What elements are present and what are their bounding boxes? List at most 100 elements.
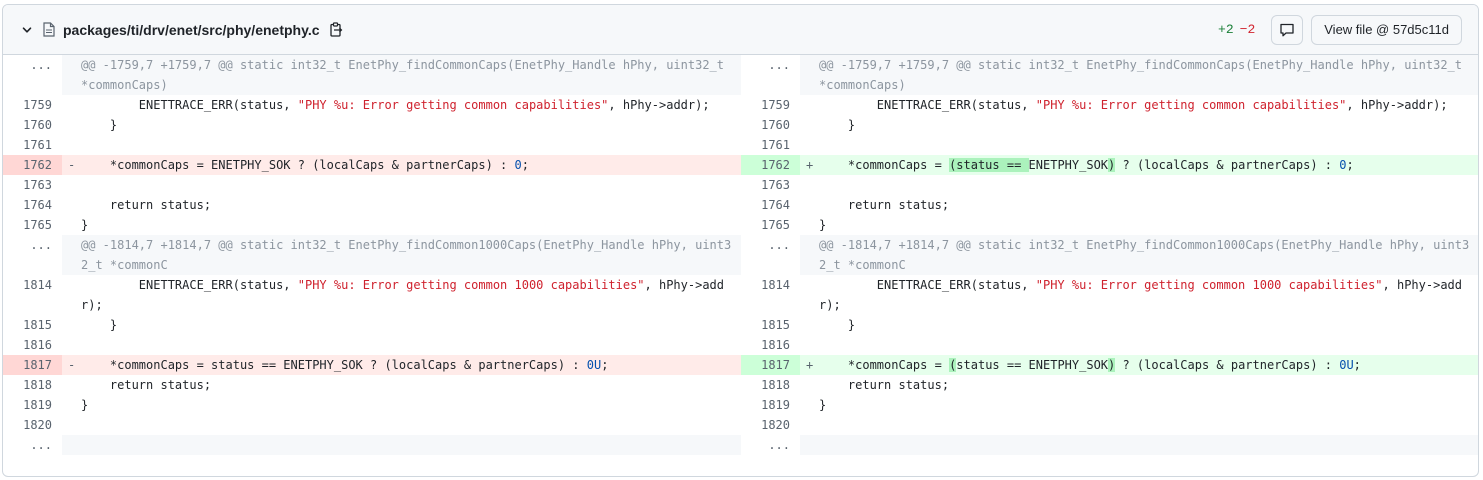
diff-marker	[62, 175, 81, 195]
line-number[interactable]: 1814	[741, 275, 800, 315]
diff-left-side: ... @@ -1759,7 +1759,7 @@ static int32_t …	[3, 55, 741, 455]
line-number[interactable]: 1760	[3, 115, 62, 135]
line-number[interactable]: ...	[741, 235, 800, 275]
code-token: "PHY %u: Error getting common capabiliti…	[297, 98, 609, 112]
line-number[interactable]: 1761	[3, 135, 62, 155]
line-number[interactable]: 1817	[741, 355, 800, 375]
line-number[interactable]: 1819	[741, 395, 800, 415]
diff-line-row: 1762- *commonCaps = ENETPHY_SOK ? (local…	[3, 155, 741, 175]
line-number[interactable]: 1765	[3, 215, 62, 235]
line-number[interactable]: 1818	[741, 375, 800, 395]
code-text: }	[81, 315, 741, 335]
diff-line-row: 1817 + *commonCaps = (status == ENETPHY_S…	[741, 355, 1478, 375]
comment-button[interactable]	[1271, 14, 1304, 45]
line-number[interactable]: 1819	[3, 395, 62, 415]
line-number[interactable]: 1759	[3, 95, 62, 115]
line-number[interactable]: 1762	[3, 155, 62, 175]
code-cell: }	[800, 315, 1478, 335]
diff-marker	[62, 95, 81, 115]
line-number[interactable]: 1763	[3, 175, 62, 195]
code-token: return status;	[81, 198, 212, 212]
diff-marker	[62, 55, 81, 95]
hunk-header-row: ... @@ -1814,7 +1814,7 @@ static int32_t …	[3, 235, 741, 275]
code-token: }	[819, 218, 827, 232]
line-number[interactable]: 1817	[3, 355, 62, 375]
hunk-header-row: ... @@ -1814,7 +1814,7 @@ static int32_t …	[741, 235, 1478, 275]
code-text: }	[819, 215, 1478, 235]
diff-line-row: 1765}	[3, 215, 741, 235]
line-number[interactable]: 1815	[3, 315, 62, 335]
code-cell: @@ -1814,7 +1814,7 @@ static int32_t Ene…	[800, 235, 1478, 275]
diff-marker	[62, 415, 81, 435]
line-number[interactable]: 1814	[3, 275, 62, 315]
code-cell: ENETTRACE_ERR(status, "PHY %u: Error get…	[800, 275, 1478, 315]
code-token: ? (localCaps & partnerCaps) :	[1115, 358, 1340, 372]
hunk-header-text: @@ -1814,7 +1814,7 @@ static int32_t Ene…	[81, 235, 741, 275]
chevron-down-icon[interactable]	[21, 24, 33, 36]
line-number[interactable]: ...	[741, 435, 800, 455]
code-text: *commonCaps = (status == ENETPHY_SOK) ? …	[819, 155, 1478, 175]
diff-line-row: 1761	[3, 135, 741, 155]
file-path[interactable]: packages/ti/drv/enet/src/phy/enetphy.c	[63, 22, 320, 38]
diff-marker	[62, 375, 81, 395]
line-number[interactable]: 1759	[741, 95, 800, 115]
code-token: "PHY %u: Error getting common 1000 capab…	[1035, 278, 1383, 292]
code-cell: ENETTRACE_ERR(status, "PHY %u: Error get…	[62, 95, 741, 115]
code-cell	[62, 335, 741, 355]
line-number[interactable]: 1760	[741, 115, 800, 135]
hunk-header-row: ... @@ -1759,7 +1759,7 @@ static int32_t …	[741, 55, 1478, 95]
code-token: @@ -1814,7 +1814,7 @@ static int32_t Ene…	[819, 238, 1470, 272]
diff-line-row: 1817- *commonCaps = status == ENETPHY_SO…	[3, 355, 741, 375]
code-cell	[800, 175, 1478, 195]
diff-line-row: 1818 return status;	[3, 375, 741, 395]
diff-line-row: ...	[3, 435, 741, 455]
code-cell: return status;	[800, 195, 1478, 215]
line-number[interactable]: 1816	[741, 335, 800, 355]
code-token: return status;	[81, 378, 212, 392]
line-number[interactable]: ...	[3, 235, 62, 275]
code-cell	[800, 415, 1478, 435]
code-cell: return status;	[62, 195, 741, 215]
diff-line-row: 1759 ENETTRACE_ERR(status, "PHY %u: Erro…	[3, 95, 741, 115]
line-number[interactable]: 1765	[741, 215, 800, 235]
diff-line-row: 1820	[3, 415, 741, 435]
code-cell: }	[800, 215, 1478, 235]
line-number[interactable]: 1761	[741, 135, 800, 155]
hunk-header-text: @@ -1759,7 +1759,7 @@ static int32_t Ene…	[819, 55, 1478, 95]
diff-marker	[62, 335, 81, 355]
line-number[interactable]: 1818	[3, 375, 62, 395]
diff-marker	[800, 375, 819, 395]
code-token: ENETTRACE_ERR(status,	[81, 98, 298, 112]
view-file-button[interactable]: View file @ 57d5c11d	[1311, 14, 1462, 45]
line-number[interactable]: ...	[3, 55, 62, 95]
line-number[interactable]: 1816	[3, 335, 62, 355]
line-number[interactable]: ...	[741, 55, 800, 95]
diff-line-row: 1760 }	[741, 115, 1478, 135]
line-number[interactable]: 1762	[741, 155, 800, 175]
diff-marker	[800, 415, 819, 435]
line-number[interactable]: 1764	[3, 195, 62, 215]
code-cell: }	[800, 395, 1478, 415]
line-number[interactable]: 1763	[741, 175, 800, 195]
line-number[interactable]: ...	[3, 435, 62, 455]
line-number[interactable]: 1764	[741, 195, 800, 215]
code-cell: }	[62, 395, 741, 415]
code-token: }	[81, 318, 118, 332]
diff-marker: +	[806, 158, 814, 172]
line-number[interactable]: 1820	[741, 415, 800, 435]
line-number[interactable]: 1820	[3, 415, 62, 435]
diff-line-row: 1820	[741, 415, 1478, 435]
line-number[interactable]: 1815	[741, 315, 800, 335]
copy-icon[interactable]	[329, 22, 344, 38]
code-cell	[800, 135, 1478, 155]
code-token: *commonCaps =	[819, 358, 950, 372]
code-token: , hPhy->addr);	[608, 98, 710, 112]
code-token: ;	[601, 358, 609, 372]
code-cell: - *commonCaps = ENETPHY_SOK ? (localCaps…	[62, 155, 741, 175]
diff-line-row: 1819}	[741, 395, 1478, 415]
diff-line-row: ...	[741, 435, 1478, 455]
